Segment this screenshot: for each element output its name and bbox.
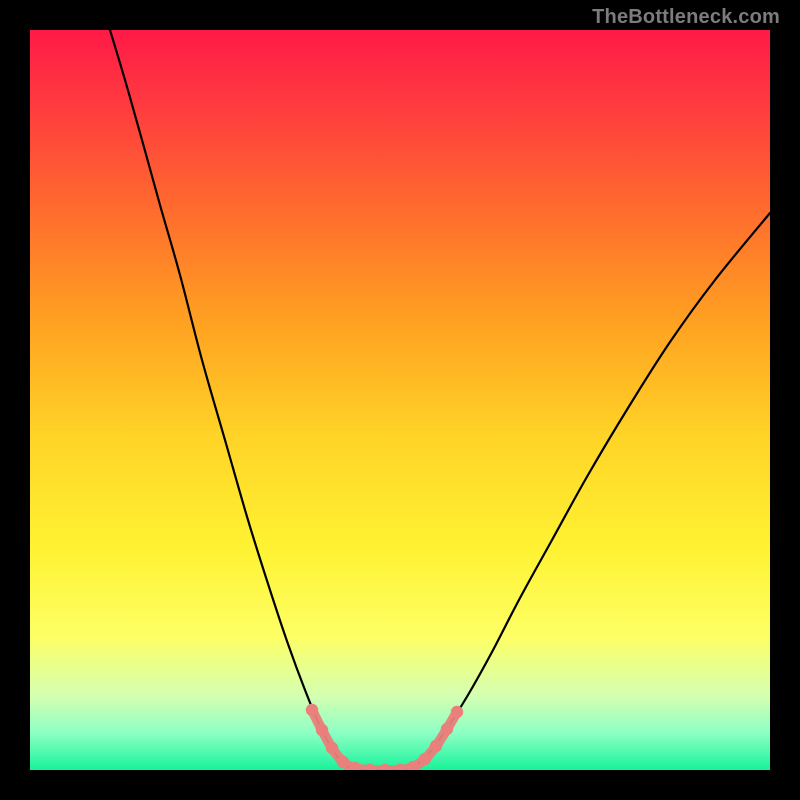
chart-svg — [30, 30, 770, 770]
plot-area — [30, 30, 770, 770]
marker-dot — [316, 724, 328, 736]
marker-dot — [441, 723, 453, 735]
chart-background — [30, 30, 770, 770]
marker-dot — [430, 740, 442, 752]
marker-dot — [306, 704, 318, 716]
outer-frame: TheBottleneck.com — [0, 0, 800, 800]
marker-dot — [451, 706, 463, 718]
watermark-text: TheBottleneck.com — [592, 6, 780, 29]
marker-dot — [419, 753, 431, 765]
marker-dot — [337, 756, 349, 768]
marker-dot — [326, 742, 338, 754]
